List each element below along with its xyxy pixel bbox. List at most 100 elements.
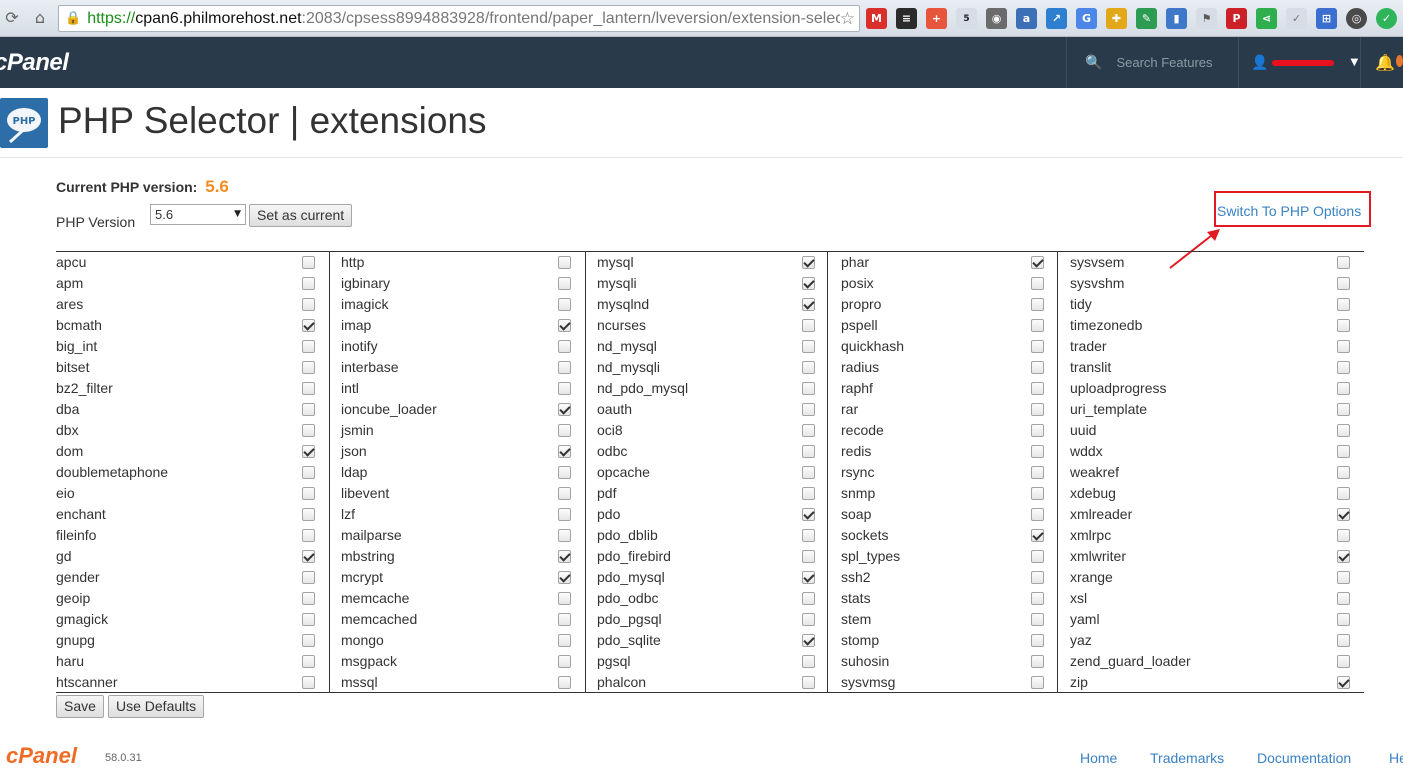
extension-checkbox[interactable] (1337, 445, 1350, 458)
amazon-icon[interactable]: a (1016, 8, 1037, 29)
extension-checkbox[interactable] (558, 382, 571, 395)
extension-checkbox[interactable] (1031, 466, 1044, 479)
extension-checkbox[interactable] (302, 361, 315, 374)
reload-icon[interactable]: ⟳ (2, 8, 22, 28)
extension-checkbox[interactable] (302, 277, 315, 290)
pen-icon[interactable]: ✎ (1136, 8, 1157, 29)
extension-checkbox[interactable] (1337, 487, 1350, 500)
mask-icon[interactable]: ◉ (986, 8, 1007, 29)
pinterest-icon[interactable]: P (1226, 8, 1247, 29)
extension-checkbox[interactable] (558, 340, 571, 353)
extension-checkbox[interactable] (1031, 256, 1044, 269)
circle-icon[interactable]: ◎ (1346, 8, 1367, 29)
extension-checkbox[interactable] (1031, 529, 1044, 542)
extension-checkbox[interactable] (1031, 403, 1044, 416)
bars-icon[interactable]: ▮ (1166, 8, 1187, 29)
extension-checkbox[interactable] (302, 319, 315, 332)
extension-checkbox[interactable] (802, 277, 815, 290)
extension-checkbox[interactable] (1337, 676, 1350, 689)
extension-checkbox[interactable] (802, 340, 815, 353)
plus-icon[interactable]: + (926, 8, 947, 29)
extension-checkbox[interactable] (1337, 382, 1350, 395)
extension-checkbox[interactable] (802, 403, 815, 416)
extension-checkbox[interactable] (558, 676, 571, 689)
extension-checkbox[interactable] (802, 529, 815, 542)
search-input[interactable] (1114, 54, 1235, 71)
gmail-icon[interactable]: M (866, 8, 887, 29)
extension-checkbox[interactable] (558, 424, 571, 437)
notifications[interactable]: 🔔 (1360, 37, 1403, 88)
extension-checkbox[interactable] (802, 424, 815, 437)
footer-cpanel-logo[interactable]: cPanel (6, 743, 77, 769)
extension-checkbox[interactable] (302, 382, 315, 395)
extension-checkbox[interactable] (558, 529, 571, 542)
extension-checkbox[interactable] (558, 298, 571, 311)
use-defaults-button[interactable]: Use Defaults (108, 695, 205, 718)
extension-checkbox[interactable] (302, 340, 315, 353)
extension-checkbox[interactable] (1031, 613, 1044, 626)
switch-to-php-options-link[interactable]: Switch To PHP Options (1217, 203, 1361, 219)
set-as-current-button[interactable]: Set as current (249, 204, 353, 227)
extension-checkbox[interactable] (1031, 676, 1044, 689)
verified-icon[interactable]: ✓ (1376, 8, 1397, 29)
extension-checkbox[interactable] (1031, 298, 1044, 311)
extension-checkbox[interactable] (302, 424, 315, 437)
translate-icon[interactable]: G (1076, 8, 1097, 29)
counter-icon[interactable]: 5 (956, 8, 977, 29)
extension-checkbox[interactable] (1337, 529, 1350, 542)
extension-checkbox[interactable] (1031, 340, 1044, 353)
extension-checkbox[interactable] (302, 571, 315, 584)
extension-checkbox[interactable] (1337, 508, 1350, 521)
extension-checkbox[interactable] (302, 592, 315, 605)
extension-checkbox[interactable] (302, 445, 315, 458)
extension-checkbox[interactable] (802, 466, 815, 479)
extension-checkbox[interactable] (558, 445, 571, 458)
extension-checkbox[interactable] (302, 487, 315, 500)
extension-checkbox[interactable] (558, 550, 571, 563)
buffer-icon[interactable]: ≡ (896, 8, 917, 29)
extension-checkbox[interactable] (558, 613, 571, 626)
extension-checkbox[interactable] (1031, 424, 1044, 437)
extension-checkbox[interactable] (1337, 340, 1350, 353)
extension-checkbox[interactable] (1031, 445, 1044, 458)
php-version-select[interactable]: 5.6 ▼ (150, 204, 246, 225)
stats-icon[interactable]: ↗ (1046, 8, 1067, 29)
extension-checkbox[interactable] (558, 592, 571, 605)
extension-checkbox[interactable] (302, 403, 315, 416)
extension-checkbox[interactable] (802, 445, 815, 458)
extension-checkbox[interactable] (1031, 592, 1044, 605)
extension-checkbox[interactable] (802, 676, 815, 689)
extension-checkbox[interactable] (1031, 655, 1044, 668)
extension-checkbox[interactable] (302, 613, 315, 626)
extension-checkbox[interactable] (1337, 655, 1350, 668)
extension-checkbox[interactable] (1337, 403, 1350, 416)
extension-checkbox[interactable] (302, 298, 315, 311)
extension-checkbox[interactable] (558, 277, 571, 290)
home-icon[interactable]: ⌂ (30, 8, 50, 28)
extension-checkbox[interactable] (302, 634, 315, 647)
extension-checkbox[interactable] (802, 382, 815, 395)
extension-checkbox[interactable] (558, 319, 571, 332)
extension-checkbox[interactable] (1031, 277, 1044, 290)
extension-checkbox[interactable] (802, 298, 815, 311)
extension-checkbox[interactable] (1337, 277, 1350, 290)
extension-checkbox[interactable] (558, 403, 571, 416)
extension-checkbox[interactable] (302, 256, 315, 269)
extension-checkbox[interactable] (802, 361, 815, 374)
extension-checkbox[interactable] (1031, 382, 1044, 395)
share-icon[interactable]: ⋖ (1256, 8, 1277, 29)
extension-checkbox[interactable] (1337, 319, 1350, 332)
translate-small-icon[interactable]: ⊞ (1316, 8, 1337, 29)
extension-checkbox[interactable] (802, 319, 815, 332)
extension-checkbox[interactable] (1337, 613, 1350, 626)
extension-checkbox[interactable] (1337, 592, 1350, 605)
extension-checkbox[interactable] (1031, 487, 1044, 500)
extension-checkbox[interactable] (558, 361, 571, 374)
extension-checkbox[interactable] (302, 655, 315, 668)
search-features[interactable]: 🔍 (1066, 37, 1238, 88)
extension-checkbox[interactable] (302, 676, 315, 689)
extension-checkbox[interactable] (802, 508, 815, 521)
footer-link-home[interactable]: Home (1080, 750, 1117, 766)
extension-checkbox[interactable] (802, 571, 815, 584)
extension-checkbox[interactable] (558, 487, 571, 500)
